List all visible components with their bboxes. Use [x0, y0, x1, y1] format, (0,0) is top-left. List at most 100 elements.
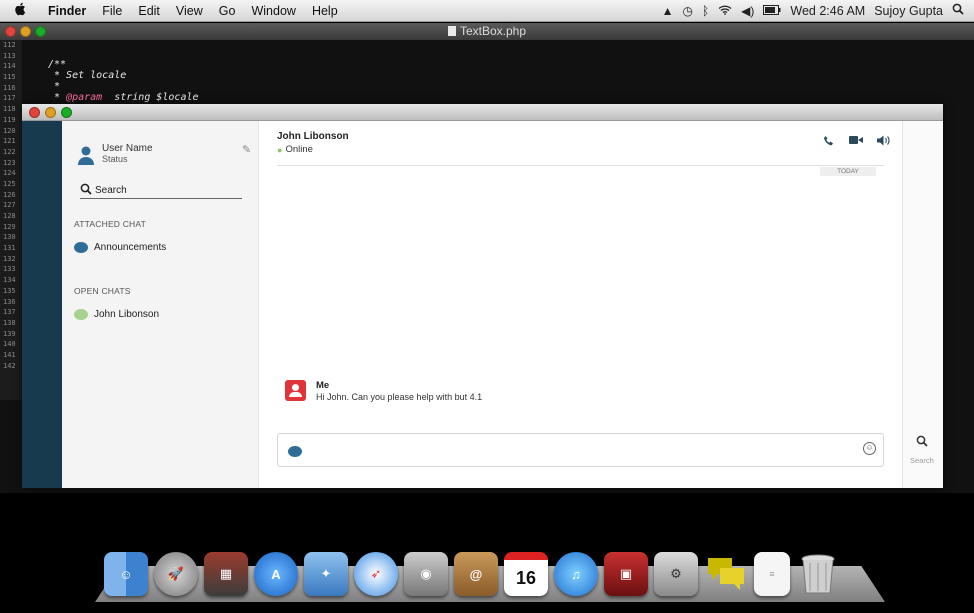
- video-call-icon[interactable]: [849, 135, 863, 150]
- itunes-icon[interactable]: ♫: [554, 552, 598, 596]
- date-divider: TODAY: [820, 167, 876, 176]
- safari-icon[interactable]: ➶: [354, 552, 398, 596]
- volume-icon[interactable]: ◀): [741, 4, 754, 18]
- finder-icon[interactable]: ☺: [104, 552, 148, 596]
- preview-icon[interactable]: ✦: [304, 552, 348, 596]
- header-divider: [277, 165, 884, 166]
- user-avatar-icon[interactable]: [78, 145, 94, 165]
- line-number: 118: [3, 105, 16, 114]
- code-line: /**: [48, 59, 67, 70]
- chat-icon[interactable]: [704, 552, 748, 596]
- line-number: 114: [3, 62, 16, 71]
- document-icon[interactable]: ≡: [754, 552, 790, 596]
- line-number: 131: [3, 244, 16, 253]
- photo-booth-icon[interactable]: ▦: [204, 552, 248, 596]
- line-number-gutter: 112 113 114 115 116 117 118 119 120 121 122 123 124 1…: [0, 40, 22, 400]
- line-number: 130: [3, 233, 16, 242]
- battery-icon[interactable]: [763, 4, 781, 18]
- contact-status: ● Online: [277, 144, 313, 155]
- line-number: 140: [3, 340, 16, 349]
- menubar-clock[interactable]: Wed 2:46 AM: [790, 4, 865, 18]
- me-avatar-icon: [285, 380, 306, 401]
- conversation-pane: John Libonson ● Online TODAY Me Hi John.…: [259, 121, 902, 488]
- apple-menu-icon[interactable]: [0, 2, 40, 20]
- menu-help[interactable]: Help: [304, 4, 346, 18]
- line-number: 133: [3, 265, 16, 274]
- line-number: 122: [3, 147, 16, 156]
- address-book-icon[interactable]: @: [454, 552, 498, 596]
- photo-gallery-icon[interactable]: ▣: [604, 552, 648, 596]
- right-search-icon[interactable]: [916, 435, 928, 450]
- trash-icon[interactable]: [796, 552, 840, 596]
- code-keyword: @param: [66, 92, 103, 103]
- menu-bar: Finder File Edit View Go Window Help ▲ ◷…: [0, 0, 974, 22]
- chat-close-button[interactable]: [29, 107, 40, 118]
- search-icon: [80, 183, 92, 198]
- calendar-icon[interactable]: 16: [504, 552, 548, 596]
- code-line: * Set locale: [48, 70, 127, 81]
- code-area[interactable]: /** * Set locale * * @param string $loca…: [48, 59, 199, 103]
- close-window-button[interactable]: [5, 26, 16, 37]
- zoom-window-button[interactable]: [35, 26, 46, 37]
- calendar-day: 16: [515, 567, 537, 588]
- time-machine-icon[interactable]: ◷: [682, 4, 692, 18]
- message-composer[interactable]: ☺: [277, 433, 884, 467]
- emoji-icon[interactable]: ☺: [863, 442, 876, 455]
- speaker-icon[interactable]: [877, 135, 890, 150]
- chat-window: User Name Status ✎ Search ATTACHED CHAT …: [22, 104, 943, 488]
- menubar-user[interactable]: Sujoy Gupta: [874, 4, 943, 18]
- edit-pencil-icon[interactable]: ✎: [242, 143, 251, 156]
- contact-name: John Libonson: [277, 131, 349, 142]
- menu-window[interactable]: Window: [243, 4, 303, 18]
- menu-go[interactable]: Go: [211, 4, 244, 18]
- sidebar-item-announcements[interactable]: Announcements: [74, 242, 166, 253]
- line-number: 115: [3, 73, 16, 82]
- channel-label: Announcements: [94, 242, 167, 253]
- line-number: 135: [3, 286, 16, 295]
- wifi-icon[interactable]: [718, 4, 732, 18]
- google-drive-icon[interactable]: ▲: [662, 4, 674, 18]
- code-text: string $locale: [102, 92, 199, 103]
- chat-minimize-button[interactable]: [45, 107, 56, 118]
- line-number: 124: [3, 169, 16, 178]
- line-number: 121: [3, 137, 16, 146]
- right-search-label[interactable]: Search: [910, 456, 934, 465]
- sidebar-search-field[interactable]: Search: [80, 183, 242, 199]
- system-preferences-icon[interactable]: ⚙: [654, 552, 698, 596]
- line-number: 138: [3, 318, 16, 327]
- call-actions: [823, 135, 890, 150]
- menu-view[interactable]: View: [168, 4, 211, 18]
- contact-status-text: Online: [285, 144, 313, 155]
- launchpad-icon[interactable]: 🚀: [154, 552, 198, 596]
- bluetooth-icon[interactable]: ᛒ: [702, 4, 709, 18]
- facetime-icon[interactable]: ◉: [404, 552, 448, 596]
- line-number: 139: [3, 329, 16, 338]
- line-number: 126: [3, 190, 16, 199]
- sidebar-item-john-libonson[interactable]: John Libonson: [74, 309, 159, 320]
- online-person-icon: ●: [277, 144, 283, 155]
- menu-file[interactable]: File: [94, 4, 130, 18]
- chat-bubble-icon: [74, 242, 88, 253]
- menu-edit[interactable]: Edit: [130, 4, 168, 18]
- app-store-icon[interactable]: A: [254, 552, 298, 596]
- line-number: 120: [3, 126, 16, 135]
- line-number: 129: [3, 222, 16, 231]
- left-navigation-strip: [22, 121, 62, 488]
- message-text: Hi John. Can you please help with but 4.…: [316, 392, 483, 402]
- search-placeholder: Search: [95, 185, 127, 196]
- editor-title: TextBox.php: [459, 24, 527, 38]
- chat-zoom-button[interactable]: [61, 107, 72, 118]
- user-name[interactable]: User Name: [102, 143, 153, 154]
- menu-finder[interactable]: Finder: [40, 4, 94, 18]
- line-number: 113: [3, 51, 16, 60]
- user-status[interactable]: Status: [102, 154, 128, 164]
- line-number: 142: [3, 361, 16, 370]
- minimize-window-button[interactable]: [20, 26, 31, 37]
- spotlight-search-icon[interactable]: [952, 3, 964, 18]
- line-number: 128: [3, 212, 16, 220]
- chat-titlebar: [22, 104, 943, 121]
- attached-chat-header: ATTACHED CHAT: [74, 219, 147, 229]
- line-number: 125: [3, 179, 16, 188]
- phone-call-icon[interactable]: [823, 135, 835, 150]
- line-number: 127: [3, 201, 16, 210]
